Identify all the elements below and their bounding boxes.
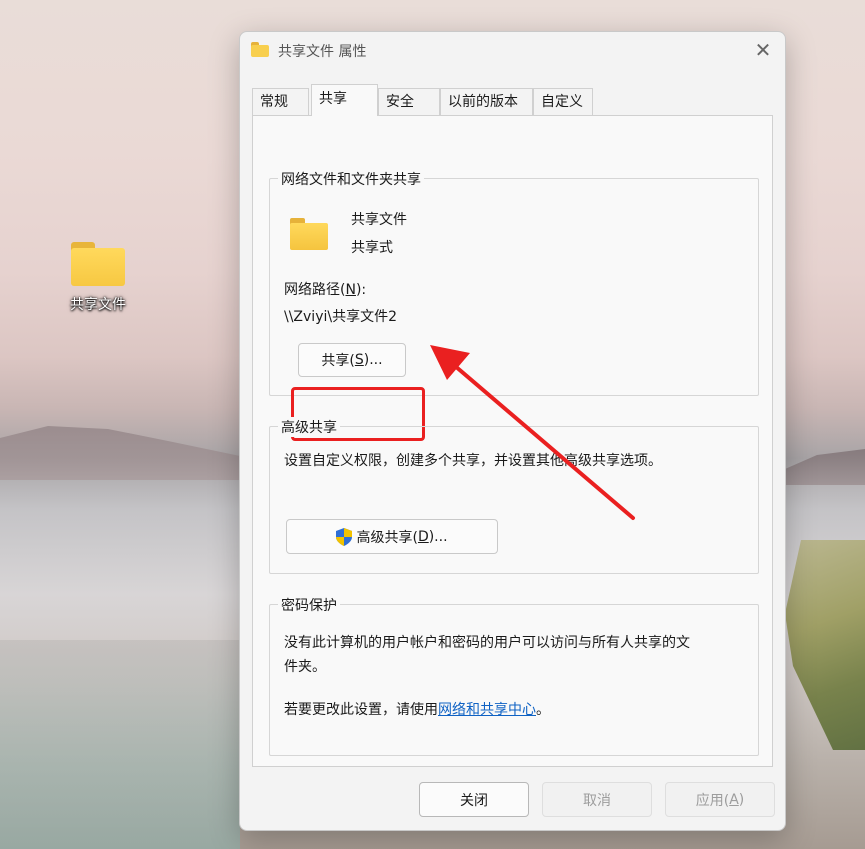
network-sharing-legend: 网络文件和文件夹共享 <box>278 169 424 189</box>
advanced-sharing-legend: 高级共享 <box>278 417 340 437</box>
sharing-tab-panel: 网络文件和文件夹共享 共享文件 共享式 网络路径(N): \\Zviyi\共享文… <box>252 115 773 767</box>
apply-button[interactable]: 应用(A) <box>665 782 775 817</box>
properties-dialog: 共享文件 属性 ✕ 常规 共享 安全 以前的版本 自定义 网络文件和文件夹共享 … <box>239 31 786 831</box>
folder-icon <box>290 218 328 250</box>
wallpaper-lake <box>0 640 240 849</box>
wallpaper-hill-left <box>0 426 240 480</box>
dialog-title: 共享文件 属性 <box>278 44 367 60</box>
title-bar[interactable]: 共享文件 属性 ✕ <box>240 32 785 68</box>
advanced-sharing-button[interactable]: 高级共享(D)... <box>286 519 498 554</box>
wallpaper-hill-right <box>785 449 865 485</box>
password-protection-description: 没有此计算机的用户帐户和密码的用户可以访问与所有人共享的文 件夹。 <box>284 635 690 675</box>
desktop-folder-shortcut[interactable]: 共享文件 <box>58 240 138 314</box>
desktop-folder-label: 共享文件 <box>70 297 126 313</box>
tab-sharing[interactable]: 共享 <box>311 84 378 116</box>
share-status: 共享式 <box>351 240 393 256</box>
cancel-button[interactable]: 取消 <box>542 782 652 817</box>
tab-customize[interactable]: 自定义 <box>533 88 593 116</box>
password-protection-group: 密码保护 <box>269 595 759 756</box>
shared-folder-name: 共享文件 <box>351 212 407 228</box>
uac-shield-icon <box>336 527 353 546</box>
network-path-value: \\Zviyi\共享文件2 <box>284 309 397 325</box>
share-button[interactable]: 共享(S)... <box>298 343 406 377</box>
advanced-sharing-description: 设置自定义权限，创建多个共享，并设置其他高级共享选项。 <box>284 453 662 469</box>
close-icon[interactable]: ✕ <box>751 38 775 62</box>
close-button[interactable]: 关闭 <box>419 782 529 817</box>
wallpaper-grass <box>785 540 865 750</box>
network-sharing-center-link[interactable]: 网络和共享中心 <box>438 702 536 718</box>
network-path-label: 网络路径(N): <box>284 282 367 298</box>
password-protection-legend: 密码保护 <box>278 595 340 615</box>
password-change-hint: 若要更改此设置，请使用网络和共享中心。 <box>284 702 550 718</box>
folder-icon <box>251 42 269 57</box>
folder-icon <box>69 240 127 286</box>
tab-security[interactable]: 安全 <box>378 88 440 116</box>
tab-general[interactable]: 常规 <box>252 88 309 116</box>
tab-previous-versions[interactable]: 以前的版本 <box>440 88 533 116</box>
